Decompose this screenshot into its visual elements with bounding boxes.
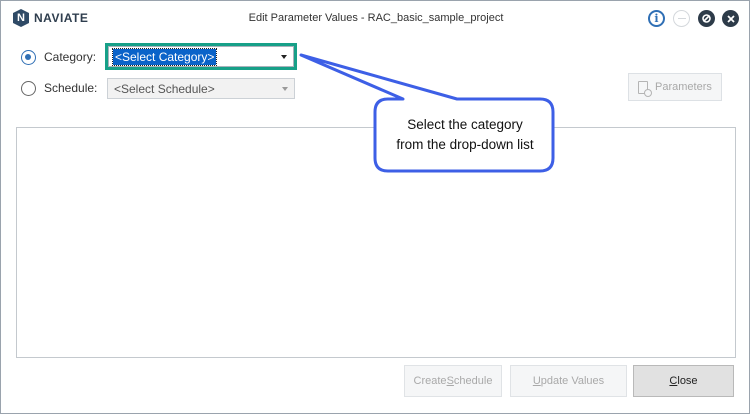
category-selected-value: <Select Category> bbox=[111, 48, 218, 66]
category-label: Category: bbox=[44, 50, 97, 64]
create-label-accel: S bbox=[446, 375, 454, 387]
close-label-accel: C bbox=[669, 375, 678, 387]
chevron-down-icon bbox=[282, 87, 288, 91]
create-schedule-button[interactable]: Create Schedule bbox=[404, 365, 502, 397]
schedule-label: Schedule: bbox=[44, 81, 98, 95]
callout-line-2: from the drop-down list bbox=[396, 137, 534, 152]
category-radio[interactable] bbox=[21, 50, 36, 65]
dialog-window: N NAVIATE Edit Parameter Values - RAC_ba… bbox=[0, 0, 750, 414]
chevron-down-icon bbox=[281, 55, 287, 59]
restore-icon[interactable] bbox=[698, 10, 715, 27]
create-label-post: chedule bbox=[453, 375, 493, 387]
parameters-button[interactable]: Parameters bbox=[628, 73, 722, 101]
close-label-post: lose bbox=[677, 375, 698, 387]
close-button[interactable]: Close bbox=[633, 365, 734, 397]
update-label-accel: U bbox=[532, 375, 541, 387]
category-dropdown[interactable]: <Select Category> bbox=[108, 46, 294, 67]
close-icon[interactable] bbox=[722, 10, 739, 27]
callout-text: Select the category from the drop-down l… bbox=[375, 115, 555, 155]
schedule-selected-value: <Select Schedule> bbox=[114, 82, 215, 96]
schedule-dropdown[interactable]: <Select Schedule> bbox=[107, 78, 295, 99]
schedule-content-area bbox=[16, 127, 736, 358]
title-bar: N NAVIATE Edit Parameter Values - RAC_ba… bbox=[1, 1, 749, 35]
callout-line-1: Select the category bbox=[407, 117, 523, 132]
minimize-icon[interactable] bbox=[673, 10, 690, 27]
parameters-button-label: Parameters bbox=[655, 81, 712, 93]
update-label-post: pdate Values bbox=[540, 375, 605, 387]
update-values-button[interactable]: Update Values bbox=[510, 365, 627, 397]
info-icon[interactable]: i bbox=[648, 10, 665, 27]
create-label-pre: Create bbox=[413, 375, 447, 387]
parameters-icon bbox=[638, 80, 652, 97]
window-title: Edit Parameter Values - RAC_basic_sample… bbox=[248, 12, 504, 24]
schedule-radio[interactable] bbox=[21, 81, 36, 96]
